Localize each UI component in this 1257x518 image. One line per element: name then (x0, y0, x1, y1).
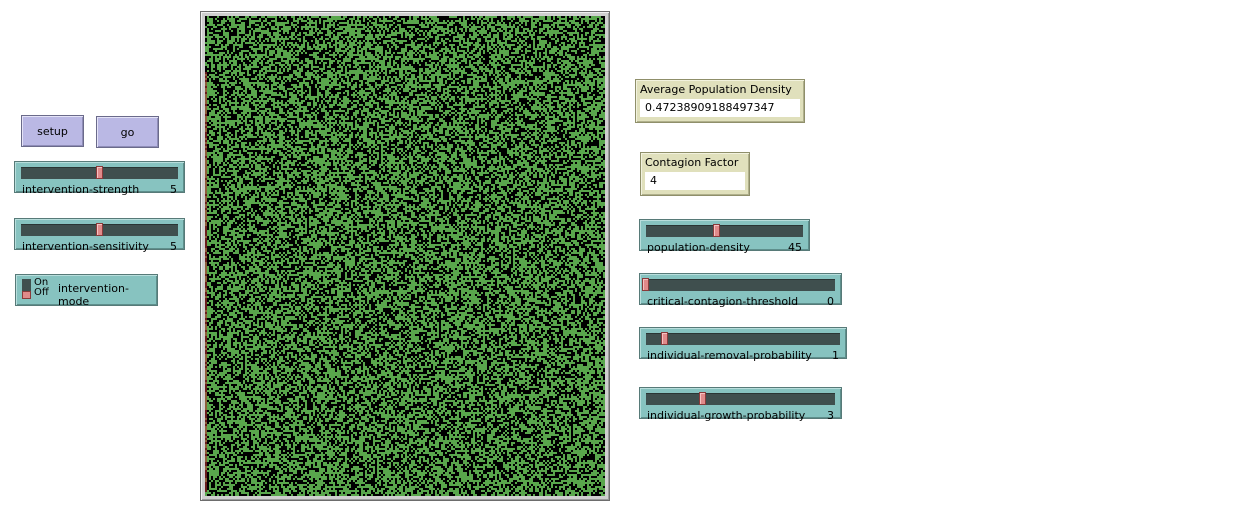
slider-value: 0 (827, 295, 834, 308)
slider-track (646, 333, 840, 345)
switch-off-label: Off (34, 287, 49, 298)
slider-value: 5 (170, 240, 177, 253)
slider-label: population-density (647, 241, 750, 254)
slider-value: 45 (788, 241, 802, 254)
monitor-contagion-factor: Contagion Factor 4 (640, 152, 750, 196)
slider-intervention-sensitivity[interactable]: intervention-sensitivity 5 (14, 218, 185, 253)
slider-individual-removal-probability[interactable]: individual-removal-probability 1 (639, 327, 847, 362)
intervention-mode-switch[interactable]: On Off intervention-mode (15, 274, 158, 308)
go-button[interactable]: go (96, 116, 159, 148)
world-view[interactable] (200, 11, 610, 501)
slider-individual-growth-probability[interactable]: individual-growth-probability 3 (639, 387, 842, 422)
slider-value: 3 (827, 409, 834, 422)
setup-button[interactable]: setup (21, 115, 84, 147)
slider-intervention-strength[interactable]: intervention-strength 5 (14, 161, 185, 196)
switch-knob[interactable] (22, 291, 31, 299)
slider-track (646, 225, 803, 237)
monitor-average-population-density: Average Population Density 0.47238909188… (635, 79, 805, 123)
world-edge-marker (205, 72, 207, 492)
slider-population-density[interactable]: population-density 45 (639, 219, 810, 254)
slider-knob[interactable] (642, 278, 649, 291)
slider-knob[interactable] (699, 392, 706, 405)
slider-label: individual-removal-probability (647, 349, 812, 362)
slider-label: critical-contagion-threshold (647, 295, 799, 308)
slider-track (646, 393, 835, 405)
slider-label: individual-growth-probability (647, 409, 806, 422)
slider-knob[interactable] (96, 223, 103, 236)
switch-label: intervention-mode (58, 282, 129, 308)
slider-value: 5 (170, 183, 177, 196)
world-canvas[interactable] (205, 16, 605, 496)
slider-critical-contagion-threshold[interactable]: critical-contagion-threshold 0 (639, 273, 842, 308)
slider-knob[interactable] (661, 332, 668, 345)
monitor-label: Average Population Density (640, 83, 792, 96)
monitor-label: Contagion Factor (645, 156, 739, 169)
slider-label: intervention-sensitivity (22, 240, 149, 253)
monitor-value: 0.47238909188497347 (640, 99, 800, 117)
monitor-value: 4 (645, 172, 745, 190)
slider-knob[interactable] (713, 224, 720, 237)
slider-label: intervention-strength (22, 183, 140, 196)
slider-track (646, 279, 835, 291)
slider-knob[interactable] (96, 166, 103, 179)
slider-value: 1 (832, 349, 839, 362)
